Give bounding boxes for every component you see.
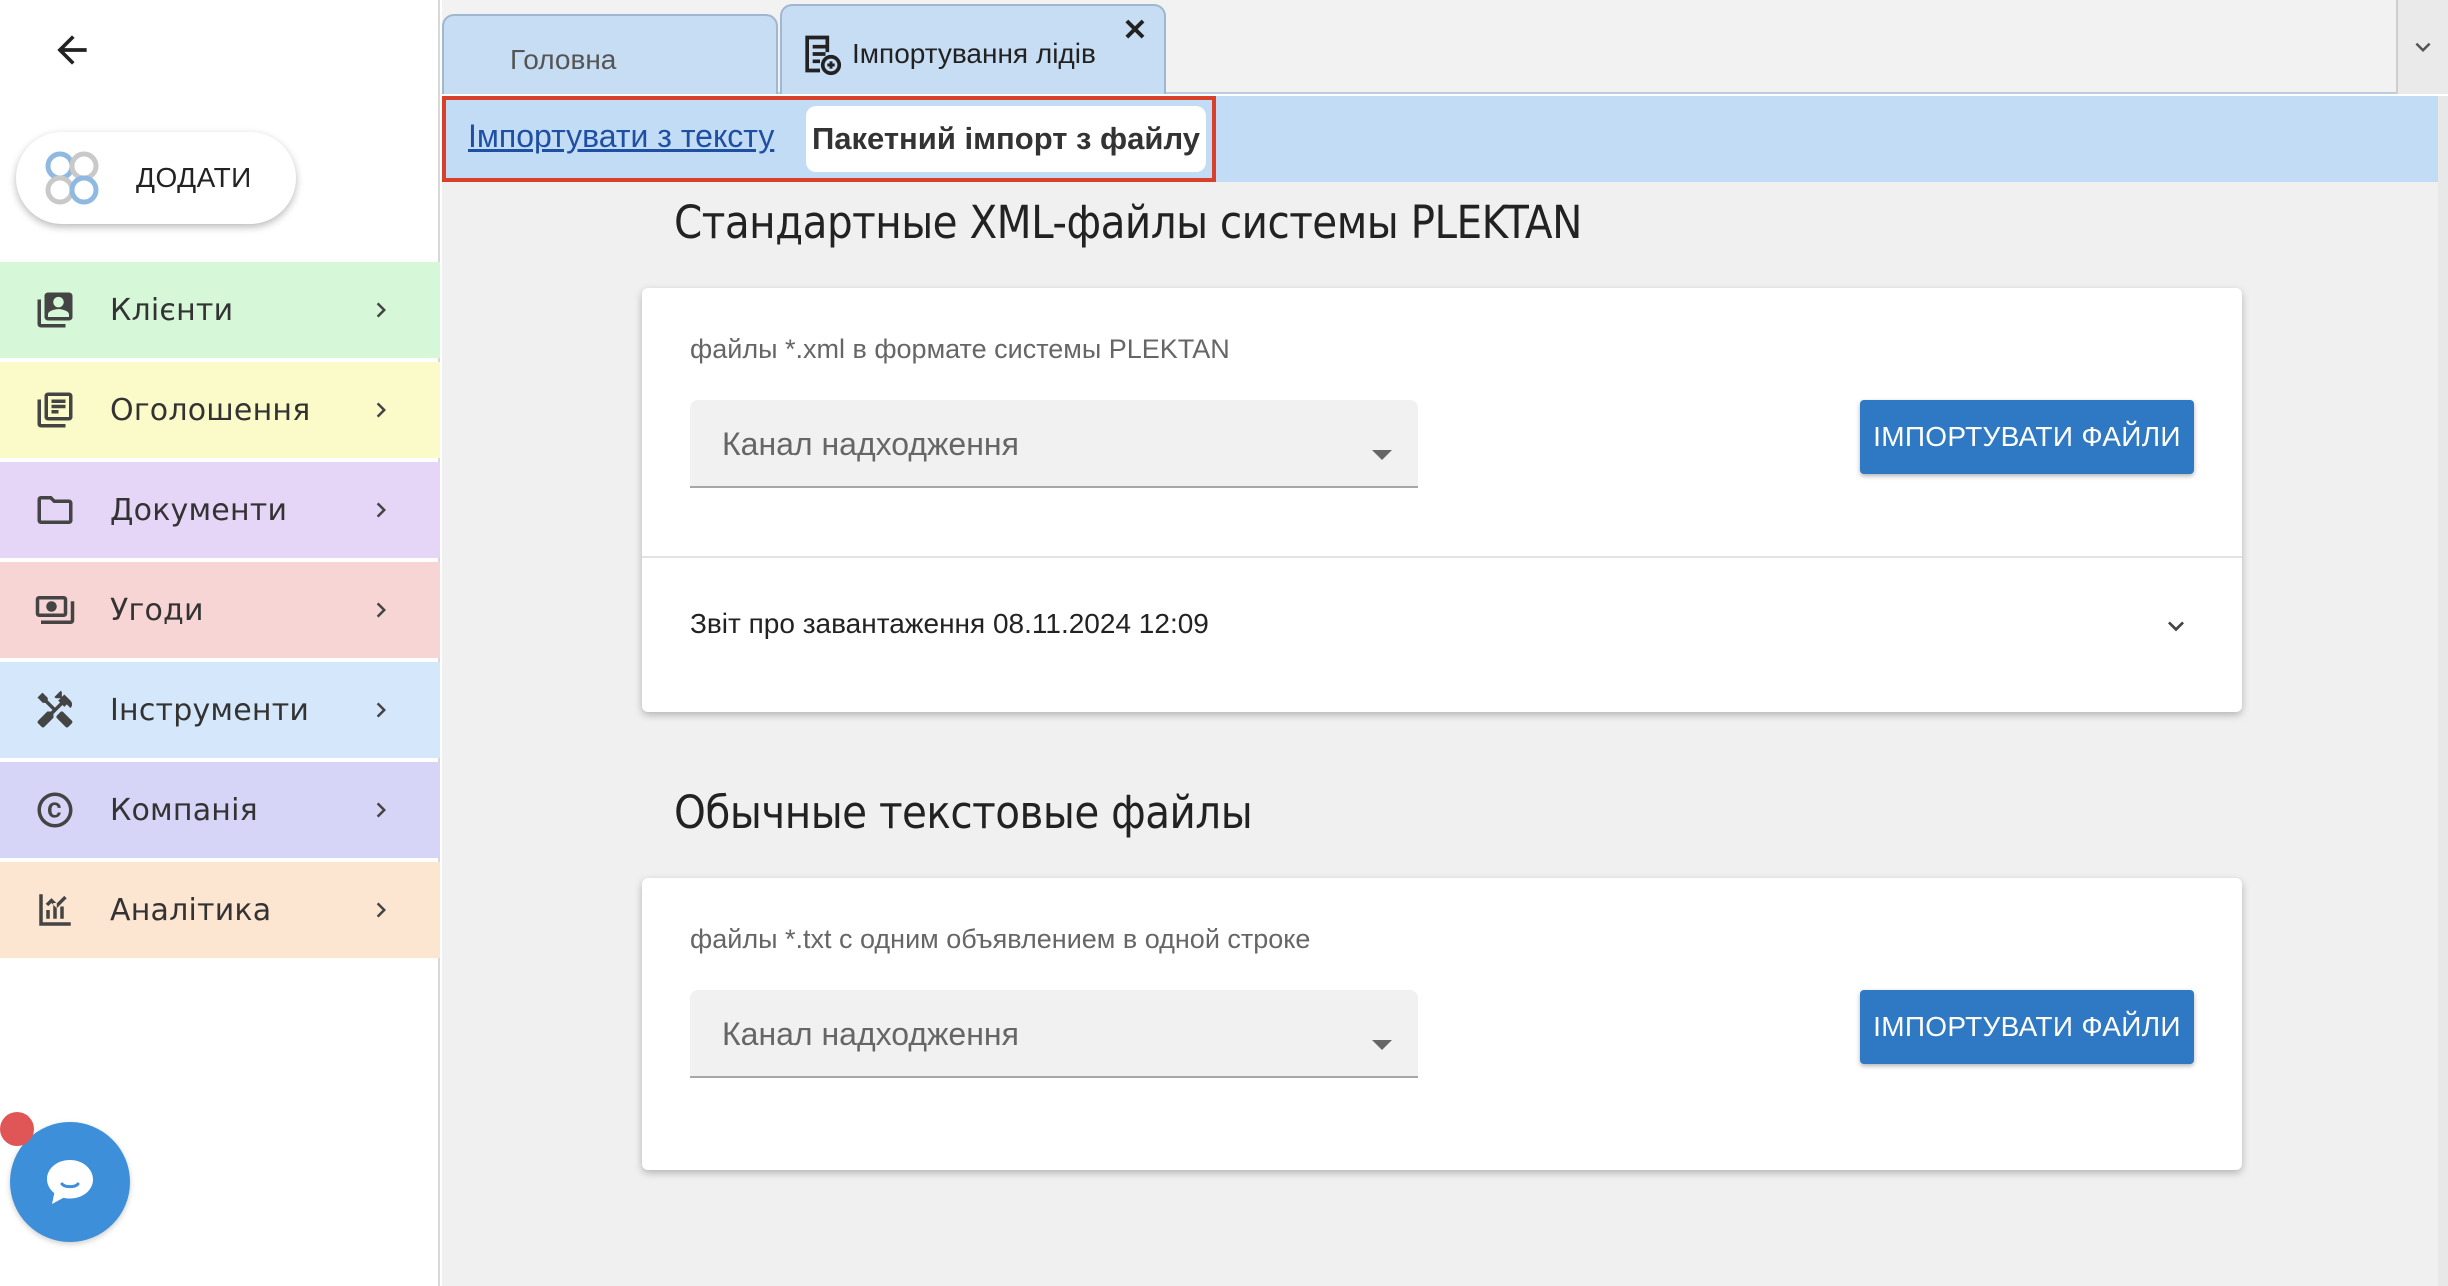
chevron-right-icon <box>376 802 386 818</box>
tabs-dropdown-button[interactable] <box>2396 0 2448 94</box>
report-label: Звіт про завантаження 08.11.2024 12:09 <box>690 608 1209 639</box>
sidebar-item-company[interactable]: Компанія <box>0 762 440 858</box>
chevron-down-icon <box>2168 621 2184 632</box>
folder-icon <box>34 489 76 531</box>
sidebar-item-label: Аналітика <box>110 892 272 928</box>
sidebar-menu: Клієнти Оголошення Документи Угоди Інстр… <box>0 262 440 962</box>
tab-home[interactable]: Головна <box>442 14 778 94</box>
import-files-button[interactable]: ІМПОРТУВАТИ ФАЙЛИ <box>1860 400 2194 474</box>
sidebar-item-documents[interactable]: Документи <box>0 462 440 558</box>
tab-label: Імпортування лідів <box>852 38 1096 69</box>
channel-select[interactable]: Канал надходження <box>690 400 1418 488</box>
sidebar-item-tools[interactable]: Інструменти <box>0 662 440 758</box>
tab-label: Головна <box>510 44 617 75</box>
plektan-logo-icon <box>45 151 99 205</box>
caret-down-icon <box>1372 450 1392 460</box>
tab-bar: Головна Імпортування лідів ✕ <box>442 0 2448 94</box>
txt-import-card: файлы *.txt с одним объявлением в одной … <box>642 878 2242 1170</box>
main-content: Стандартные XML-файлы системы PLEKTAN фа… <box>442 182 2438 1286</box>
section-title-txt: Обычные текстовые файлы <box>674 786 1253 839</box>
sidebar-item-clients[interactable]: Клієнти <box>0 262 440 358</box>
close-icon[interactable]: ✕ <box>1120 16 1150 46</box>
back-button[interactable] <box>44 26 100 74</box>
sidebar-item-label: Угоди <box>110 592 204 628</box>
upload-report-expander[interactable]: Звіт про завантаження 08.11.2024 12:09 <box>642 556 2242 714</box>
chevron-right-icon <box>376 602 386 618</box>
contacts-icon <box>34 289 76 331</box>
arrow-left-icon <box>57 35 87 65</box>
select-placeholder: Канал надходження <box>722 426 1019 462</box>
listing-icon <box>34 389 76 431</box>
subtab-text-import[interactable]: Імпортувати з тексту <box>468 118 774 155</box>
sidebar-item-deals[interactable]: Угоди <box>0 562 440 658</box>
sidebar-item-analytics[interactable]: Аналітика <box>0 862 440 958</box>
add-button[interactable]: ДОДАТИ <box>16 132 296 224</box>
money-icon <box>34 589 76 631</box>
chat-bubble-icon <box>47 1160 93 1204</box>
add-button-label: ДОДАТИ <box>136 162 252 193</box>
card-subtitle: файлы *.xml в формате системы PLEKTAN <box>690 334 1230 364</box>
select-placeholder: Канал надходження <box>722 1016 1019 1052</box>
sidebar-item-label: Компанія <box>110 792 258 828</box>
sidebar-item-label: Інструменти <box>110 692 310 728</box>
chevron-right-icon <box>376 302 386 318</box>
subtab-batch-import[interactable]: Пакетний імпорт з файлу <box>806 106 1206 172</box>
import-document-icon <box>805 35 842 76</box>
caret-down-icon <box>1372 1040 1392 1050</box>
sidebar-item-label: Клієнти <box>110 292 234 328</box>
card-subtitle: файлы *.txt с одним объявлением в одной … <box>690 924 1311 954</box>
sidebar-item-label: Документи <box>110 492 288 528</box>
channel-select[interactable]: Канал надходження <box>690 990 1418 1078</box>
subtab-strip: Імпортувати з тексту Пакетний імпорт з ф… <box>442 96 2438 182</box>
copyright-icon <box>34 789 76 831</box>
xml-import-card: файлы *.xml в формате системы PLEKTAN Ка… <box>642 288 2242 712</box>
chevron-right-icon <box>376 702 386 718</box>
chevron-right-icon <box>376 402 386 418</box>
chevron-right-icon <box>376 502 386 518</box>
chevron-down-icon <box>2415 42 2431 52</box>
scrollbar[interactable] <box>2438 96 2448 1286</box>
section-title-xml: Стандартные XML-файлы системы PLEKTAN <box>674 196 1582 249</box>
import-files-button[interactable]: ІМПОРТУВАТИ ФАЙЛИ <box>1860 990 2194 1064</box>
notification-badge <box>0 1112 34 1146</box>
sidebar-item-listings[interactable]: Оголошення <box>0 362 440 458</box>
sidebar: ДОДАТИ Клієнти Оголошення Документи Угод… <box>0 0 440 1286</box>
tab-import-leads[interactable]: Імпортування лідів ✕ <box>780 4 1166 94</box>
analytics-icon <box>34 889 76 931</box>
tools-icon <box>34 689 76 731</box>
sidebar-item-label: Оголошення <box>110 392 311 428</box>
chevron-right-icon <box>376 902 386 918</box>
